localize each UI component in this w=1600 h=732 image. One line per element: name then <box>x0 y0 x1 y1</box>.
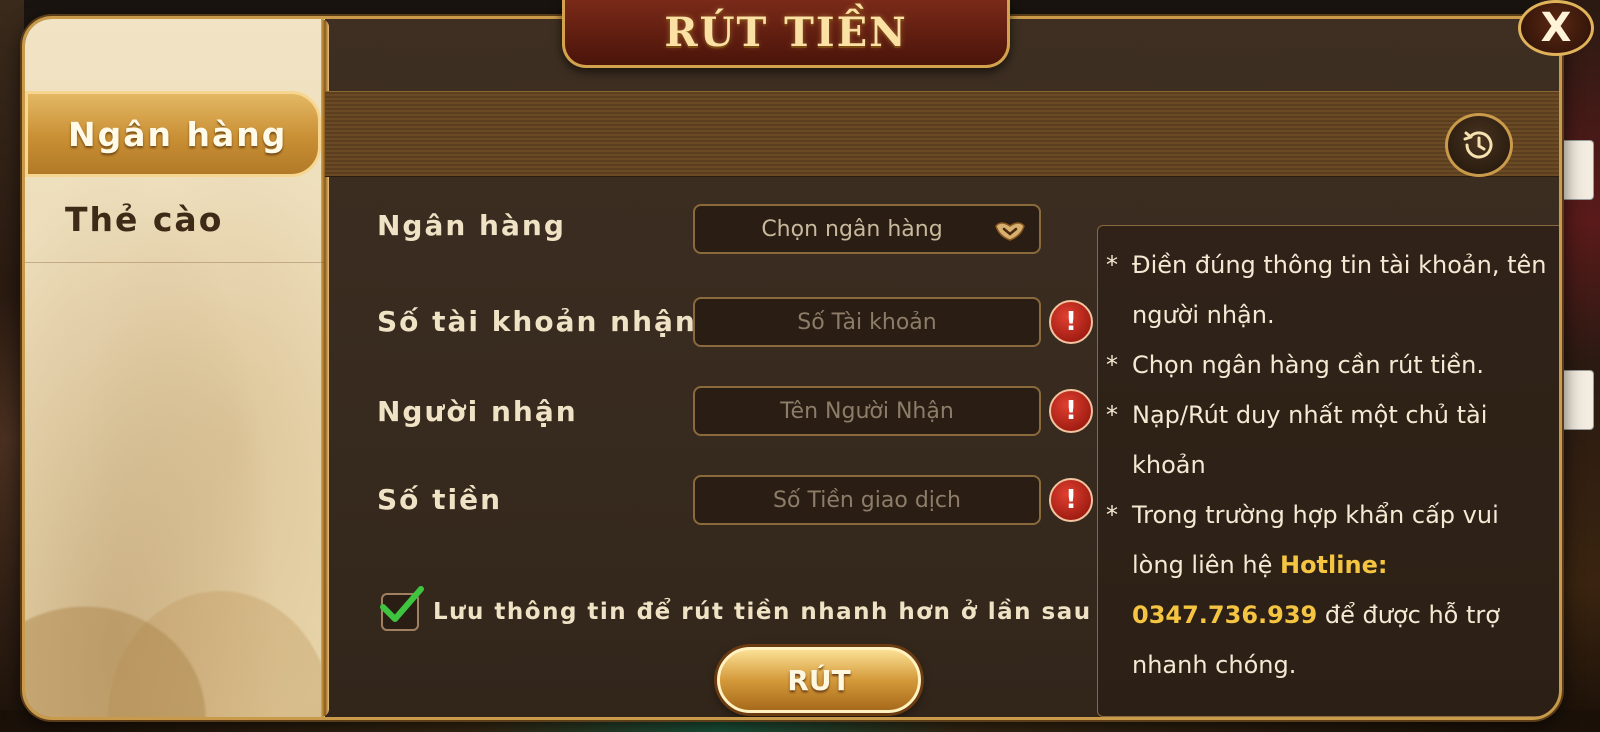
amount-placeholder: Số Tiền giao dịch <box>773 487 961 513</box>
bank-label: Ngân hàng <box>377 209 566 242</box>
account-warning-icon: ! <box>1049 300 1093 344</box>
header-band <box>325 91 1559 177</box>
bullet: * <box>1106 251 1118 279</box>
history-button[interactable] <box>1445 113 1513 177</box>
amount-warning-icon: ! <box>1049 478 1093 522</box>
bank-select-value: Chọn ngân hàng <box>761 216 943 242</box>
receiver-name-input[interactable]: Tên Người Nhận <box>693 386 1041 436</box>
chevron-down-icon <box>995 222 1025 241</box>
close-button[interactable]: X <box>1518 0 1594 56</box>
receiver-warning-icon: ! <box>1049 389 1093 433</box>
close-icon: X <box>1540 5 1572 51</box>
bank-select[interactable]: Chọn ngân hàng <box>693 204 1041 254</box>
info-item: * Chọn ngân hàng cần rút tiền. <box>1106 340 1548 390</box>
account-label: Số tài khoản nhận <box>377 305 697 338</box>
save-info-label: Lưu thông tin để rút tiền nhanh hơn ở lầ… <box>433 599 1092 625</box>
bullet: * <box>1106 501 1118 529</box>
account-number-placeholder: Số Tài khoản <box>797 309 937 335</box>
history-clock-icon <box>1463 131 1493 159</box>
info-text: Nạp/Rút duy nhất một chủ tài khoản <box>1132 401 1488 479</box>
tab-bank[interactable]: Ngân hàng <box>25 91 321 177</box>
amount-input[interactable]: Số Tiền giao dịch <box>693 475 1041 525</box>
receiver-name-placeholder: Tên Người Nhận <box>780 398 954 424</box>
info-item: * Nạp/Rút duy nhất một chủ tài khoản <box>1106 390 1548 490</box>
save-info-checkbox[interactable] <box>380 586 424 631</box>
account-number-input[interactable]: Số Tài khoản <box>693 297 1041 347</box>
withdraw-submit-button[interactable]: RÚT <box>717 647 921 713</box>
info-item: * Trong trường hợp khẩn cấp vui lòng liê… <box>1106 490 1548 690</box>
bullet: * <box>1106 351 1118 379</box>
checkmark-icon <box>380 586 424 622</box>
info-panel: * Điền đúng thông tin tài khoản, tên ngư… <box>1097 225 1559 717</box>
hotline-label: Hotline: <box>1279 551 1388 579</box>
info-text: Chọn ngân hàng cần rút tiền. <box>1132 351 1485 379</box>
withdraw-submit-label: RÚT <box>787 663 851 697</box>
receiver-label: Người nhận <box>377 395 578 428</box>
withdraw-dialog: Ngân hàng Thẻ cào Ngân hàng Chọn ngân hà… <box>22 16 1562 720</box>
bullet: * <box>1106 401 1118 429</box>
dialog-title-plate: RÚT TIỀN <box>562 0 1010 68</box>
background-left-edge <box>0 0 24 732</box>
hotline-number[interactable]: 0347.736.939 <box>1132 601 1317 629</box>
dialog-title: RÚT TIỀN <box>664 9 908 56</box>
info-text: Điền đúng thông tin tài khoản, tên người… <box>1132 251 1547 329</box>
amount-label: Số tiền <box>377 483 503 516</box>
tab-card[interactable]: Thẻ cào <box>25 177 325 263</box>
sidebar-decoration <box>25 497 325 717</box>
info-item: * Điền đúng thông tin tài khoản, tên ngư… <box>1106 240 1548 340</box>
tab-bank-label: Ngân hàng <box>68 114 288 154</box>
tab-card-label: Thẻ cào <box>65 200 224 239</box>
